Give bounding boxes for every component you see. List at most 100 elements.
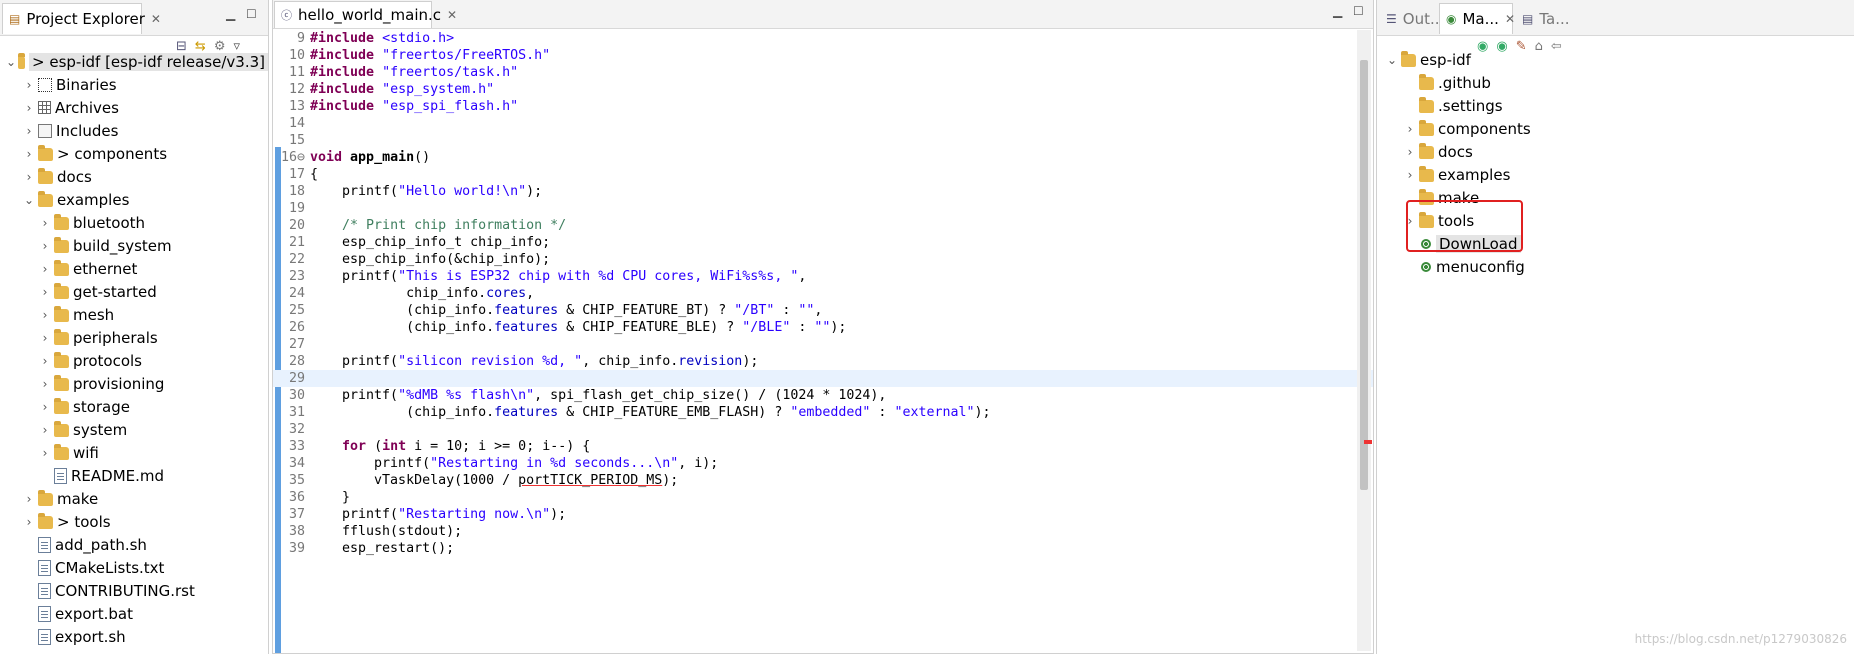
code-line[interactable]: 30 printf("%dMB %s flash\n", spi_flash_g… (273, 387, 1373, 404)
code-line[interactable]: 31 (chip_info.features & CHIP_FEATURE_EM… (273, 404, 1373, 421)
tree-item[interactable]: › wifi (0, 441, 268, 464)
tree-item[interactable]: › docs (0, 165, 268, 188)
close-icon[interactable]: ✕ (151, 12, 161, 26)
maximize-icon[interactable]: ☐ (1353, 4, 1364, 18)
tree-item[interactable]: › get-started (0, 280, 268, 303)
code-line[interactable]: 15 (273, 132, 1373, 149)
code-line[interactable]: 25 (chip_info.features & CHIP_FEATURE_BT… (273, 302, 1373, 319)
code-line[interactable]: 11 #include "freertos/task.h" (273, 64, 1373, 81)
tree-item[interactable]: › system (0, 418, 268, 441)
tree-item[interactable]: export.sh (0, 625, 268, 648)
tree-item[interactable]: .settings (1377, 94, 1854, 117)
chevron-down-icon[interactable]: ⌄ (1385, 53, 1399, 67)
tree-item[interactable]: › components (1377, 117, 1854, 140)
tab-hello-world-main[interactable]: ⓒ hello_world_main.c ✕ (274, 1, 457, 28)
tree-item[interactable]: › protocols (0, 349, 268, 372)
chevron-right-icon[interactable]: › (22, 492, 36, 506)
chevron-right-icon[interactable]: › (38, 331, 52, 345)
tree-item[interactable]: › provisioning (0, 372, 268, 395)
code-area[interactable]: 9 #include <stdio.h> 10 #include "freertos/… (273, 30, 1373, 557)
tree-item[interactable]: menuconfig (1377, 255, 1854, 278)
chevron-right-icon[interactable]: › (22, 101, 36, 115)
chevron-right-icon[interactable]: › (1403, 145, 1417, 159)
error-marker[interactable] (1364, 440, 1372, 444)
tree-item[interactable]: README.md (0, 464, 268, 487)
tree-item[interactable]: › build_system (0, 234, 268, 257)
code-line[interactable]: 22 esp_chip_info(&chip_info); (273, 251, 1373, 268)
chevron-right-icon[interactable]: › (22, 170, 36, 184)
chevron-right-icon[interactable]: › (38, 262, 52, 276)
tree-item[interactable]: CONTRIBUTING.rst (0, 579, 268, 602)
tree-item[interactable]: ⌄ > esp-idf [esp-idf release/v3.3] (0, 50, 268, 73)
code-line[interactable]: 38 fflush(stdout); (273, 523, 1373, 540)
code-line[interactable]: 35 vTaskDelay(1000 / portTICK_PERIOD_MS)… (273, 472, 1373, 489)
chevron-right-icon[interactable]: › (1403, 168, 1417, 182)
tree-item[interactable]: › > components (0, 142, 268, 165)
code-line[interactable]: 17 { (273, 166, 1373, 183)
tree-item[interactable]: ⌄ examples (0, 188, 268, 211)
maximize-icon[interactable]: ☐ (246, 7, 257, 21)
chevron-right-icon[interactable]: › (38, 423, 52, 437)
chevron-right-icon[interactable]: › (38, 285, 52, 299)
tree-item[interactable]: CMakeLists.txt (0, 556, 268, 579)
code-line[interactable]: 29 (273, 370, 1373, 387)
code-line[interactable]: 26 (chip_info.features & CHIP_FEATURE_BL… (273, 319, 1373, 336)
code-line[interactable]: 20 /* Print chip information */ (273, 217, 1373, 234)
tree-item[interactable]: › mesh (0, 303, 268, 326)
tree-item[interactable]: › examples (1377, 163, 1854, 186)
tab-task-list[interactable]: ▤ Ta... (1515, 3, 1575, 34)
tree-item[interactable]: › ethernet (0, 257, 268, 280)
code-line[interactable]: 18 printf("Hello world!\n"); (273, 183, 1373, 200)
code-line[interactable]: 32 (273, 421, 1373, 438)
code-line[interactable]: 23 printf("This is ESP32 chip with %d CP… (273, 268, 1373, 285)
code-line[interactable]: 33 for (int i = 10; i >= 0; i--) { (273, 438, 1373, 455)
chevron-right-icon[interactable]: › (38, 354, 52, 368)
tree-item[interactable]: › bluetooth (0, 211, 268, 234)
close-icon[interactable]: ✕ (1505, 12, 1515, 26)
code-line[interactable]: 37 printf("Restarting now.\n"); (273, 506, 1373, 523)
chevron-right-icon[interactable]: › (38, 239, 52, 253)
chevron-right-icon[interactable]: › (22, 147, 36, 161)
code-line[interactable]: 36 } (273, 489, 1373, 506)
chevron-down-icon[interactable]: ⌄ (6, 55, 16, 69)
tree-item[interactable]: › make (0, 487, 268, 510)
tab-project-explorer[interactable]: ▤ Project Explorer ✕ (2, 3, 161, 34)
chevron-right-icon[interactable]: › (22, 515, 36, 529)
code-line[interactable]: 27 (273, 336, 1373, 353)
code-line[interactable]: 34 printf("Restarting in %d seconds...\n… (273, 455, 1373, 472)
minimize-icon[interactable]: ▁ (1333, 4, 1342, 18)
code-line[interactable]: 12 #include "esp_system.h" (273, 81, 1373, 98)
code-line[interactable]: 19 (273, 200, 1373, 217)
minimize-icon[interactable]: ▁ (226, 7, 235, 21)
tree-item[interactable]: › Includes (0, 119, 268, 142)
tree-item[interactable]: › Archives (0, 96, 268, 119)
tree-item[interactable]: › Binaries (0, 73, 268, 96)
tree-item[interactable]: › storage (0, 395, 268, 418)
tab-outline[interactable]: ☰ Out... (1379, 3, 1444, 34)
code-line[interactable]: 13 #include "esp_spi_flash.h" (273, 98, 1373, 115)
tree-item[interactable]: export.bat (0, 602, 268, 625)
tree-item[interactable]: › docs (1377, 140, 1854, 163)
tree-item[interactable]: add_path.sh (0, 533, 268, 556)
code-line[interactable]: 16⊖ void app_main() (273, 149, 1373, 166)
tree-item[interactable]: › peripherals (0, 326, 268, 349)
chevron-right-icon[interactable]: › (22, 124, 36, 138)
code-line[interactable]: 39 esp_restart(); (273, 540, 1373, 557)
chevron-down-icon[interactable]: ⌄ (22, 193, 36, 207)
chevron-right-icon[interactable]: › (38, 377, 52, 391)
chevron-right-icon[interactable]: › (38, 400, 52, 414)
code-line[interactable]: 10 #include "freertos/FreeRTOS.h" (273, 47, 1373, 64)
vertical-scrollbar[interactable] (1357, 30, 1372, 651)
chevron-right-icon[interactable]: › (1403, 122, 1417, 136)
code-line[interactable]: 21 esp_chip_info_t chip_info; (273, 234, 1373, 251)
chevron-right-icon[interactable]: › (22, 78, 36, 92)
scroll-thumb[interactable] (1360, 60, 1368, 490)
tab-make-target[interactable]: ◉ Ma... ✕ (1439, 3, 1515, 34)
code-line[interactable]: 24 chip_info.cores, (273, 285, 1373, 302)
chevron-right-icon[interactable]: › (38, 216, 52, 230)
code-line[interactable]: 14 (273, 115, 1373, 132)
tree-item[interactable]: › > tools (0, 510, 268, 533)
code-line[interactable]: 9 #include <stdio.h> (273, 30, 1373, 47)
code-line[interactable]: 28 printf("silicon revision %d, ", chip_… (273, 353, 1373, 370)
chevron-right-icon[interactable]: › (38, 308, 52, 322)
